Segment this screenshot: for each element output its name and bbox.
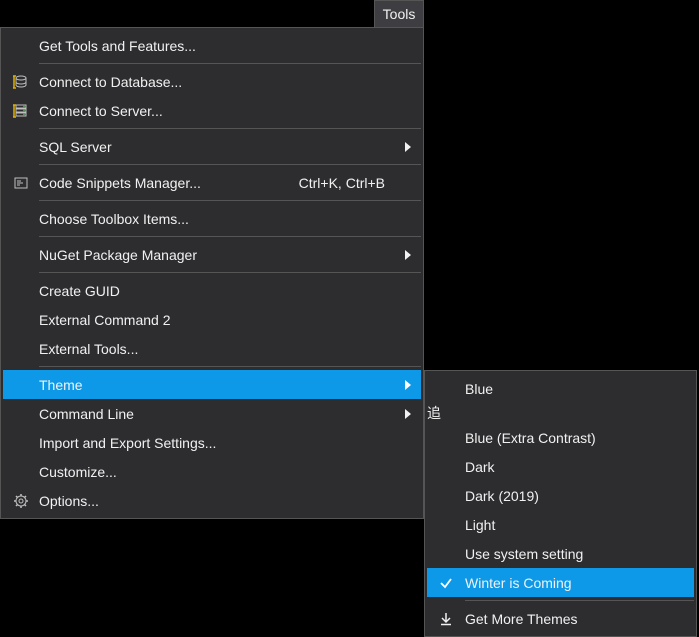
menu-item-label: Get Tools and Features... [39,38,421,54]
separator [465,600,694,601]
menu-external-command-2[interactable]: External Command 2 [3,305,421,334]
menu-item-label: External Tools... [39,341,421,357]
separator [39,272,421,273]
checkmark-icon [427,576,465,590]
menu-options[interactable]: Options... [3,486,421,515]
separator [39,164,421,165]
menu-item-label: Theme [39,377,421,393]
menu-command-line[interactable]: Command Line [3,399,421,428]
menu-item-label: NuGet Package Manager [39,247,421,263]
submenu-arrow-icon [405,409,411,419]
server-icon [3,103,39,119]
menu-item-label: Blue [465,381,694,397]
theme-blue[interactable]: Blue [427,374,694,403]
menu-item-label: Customize... [39,464,421,480]
database-icon [3,74,39,90]
theme-light[interactable]: Light [427,510,694,539]
menu-item-label: Options... [39,493,421,509]
menu-item-label: Use system setting [465,546,694,562]
menu-item-label: Blue (Extra Contrast) [465,430,694,446]
menu-item-label: Create GUID [39,283,421,299]
menu-item-label: Winter is Coming [465,575,694,591]
submenu-arrow-icon [405,142,411,152]
separator [39,366,421,367]
separator [39,128,421,129]
menu-choose-toolbox[interactable]: Choose Toolbox Items... [3,204,421,233]
menu-theme[interactable]: Theme [3,370,421,399]
separator [39,236,421,237]
menu-item-label: Import and Export Settings... [39,435,421,451]
menu-connect-database[interactable]: Connect to Database... [3,67,421,96]
submenu-arrow-icon [405,250,411,260]
menu-item-shortcut: Ctrl+K, Ctrl+B [299,175,421,191]
gear-icon [3,493,39,509]
menu-create-guid[interactable]: Create GUID [3,276,421,305]
menubar-tools[interactable]: Tools [374,0,424,28]
separator [39,200,421,201]
theme-submenu: Blue 追 Blue (Extra Contrast) Dark Dark (… [424,370,697,637]
menu-code-snippets[interactable]: Code Snippets Manager... Ctrl+K, Ctrl+B [3,168,421,197]
theme-blue-extra-contrast[interactable]: Blue (Extra Contrast) [427,423,694,452]
menu-import-export-settings[interactable]: Import and Export Settings... [3,428,421,457]
theme-use-system-setting[interactable]: Use system setting [427,539,694,568]
tools-dropdown: Get Tools and Features... Connect to Dat… [0,27,424,519]
menu-customize[interactable]: Customize... [3,457,421,486]
separator [39,63,421,64]
menu-item-label: Connect to Database... [39,74,421,90]
menu-external-tools[interactable]: External Tools... [3,334,421,363]
menu-sql-server[interactable]: SQL Server [3,132,421,161]
menu-item-label: Command Line [39,406,421,422]
theme-get-more-themes[interactable]: Get More Themes [427,604,694,633]
menu-item-label: Choose Toolbox Items... [39,211,421,227]
menu-item-label: Dark (2019) [465,488,694,504]
menu-item-label: SQL Server [39,139,421,155]
theme-winter-is-coming[interactable]: Winter is Coming [427,568,694,597]
menu-item-label: External Command 2 [39,312,421,328]
menu-connect-server[interactable]: Connect to Server... [3,96,421,125]
menu-item-label: Get More Themes [465,611,694,627]
menu-item-label: Code Snippets Manager... [39,175,299,191]
submenu-arrow-icon [405,380,411,390]
download-icon [427,612,465,626]
theme-dark-2019[interactable]: Dark (2019) [427,481,694,510]
menu-item-label: Dark [465,459,694,475]
menu-nuget[interactable]: NuGet Package Manager [3,240,421,269]
menu-item-label: Connect to Server... [39,103,421,119]
theme-dark[interactable]: Dark [427,452,694,481]
menu-get-tools-features[interactable]: Get Tools and Features... [3,31,421,60]
menu-item-label: Light [465,517,694,533]
code-snippets-icon [3,175,39,191]
menubar-tools-label: Tools [383,6,416,22]
